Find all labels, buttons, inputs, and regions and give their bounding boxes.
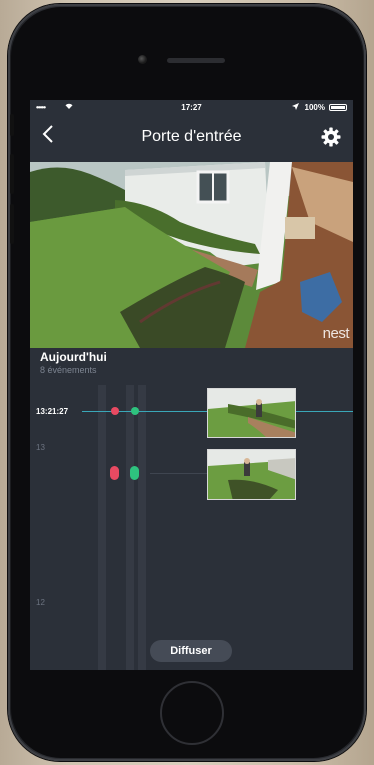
event-thumbnail[interactable] [207, 388, 296, 438]
motion-event-marker[interactable] [110, 466, 119, 480]
volume-down-button [10, 204, 14, 244]
battery-fill [331, 106, 345, 109]
nest-watermark: nest [322, 325, 350, 342]
home-button[interactable] [160, 681, 224, 745]
gear-icon[interactable] [321, 127, 341, 147]
battery-icon [329, 104, 347, 111]
event-thumbnail[interactable] [207, 449, 296, 500]
nav-bar: Porte d'entrée [30, 116, 353, 160]
status-bar: ••••• 17:27 100% [30, 100, 353, 116]
timeline-header: Aujourd'hui 8 événements [40, 350, 107, 375]
page-title: Porte d'entrée [141, 128, 242, 145]
earpiece-speaker [167, 58, 225, 63]
hour-label: 13 [36, 443, 45, 452]
volume-up-button [10, 154, 14, 194]
timeline-track [138, 385, 146, 670]
app-screen: ••••• 17:27 100% Porte d'entrée nest Auj… [30, 100, 353, 670]
location-arrow-icon [292, 103, 299, 112]
event-connector [150, 473, 207, 474]
stream-button[interactable]: Diffuser [150, 640, 232, 662]
camera-feed[interactable]: nest [30, 162, 353, 348]
motion-event-marker[interactable] [111, 407, 119, 415]
sound-event-marker[interactable] [131, 407, 139, 415]
day-title: Aujourd'hui [40, 350, 107, 364]
event-timeline[interactable]: 13:21:27 13 12 [30, 385, 353, 670]
sound-event-marker[interactable] [130, 466, 139, 480]
mute-switch [10, 114, 14, 136]
event-count: 8 événements [40, 365, 97, 375]
battery-percent: 100% [304, 103, 325, 112]
hour-label: 12 [36, 598, 45, 607]
camera-feed-image [30, 162, 353, 348]
current-time-label: 13:21:27 [36, 407, 69, 416]
timeline-track [126, 385, 134, 670]
timeline-track [98, 385, 106, 670]
front-camera [138, 55, 147, 64]
